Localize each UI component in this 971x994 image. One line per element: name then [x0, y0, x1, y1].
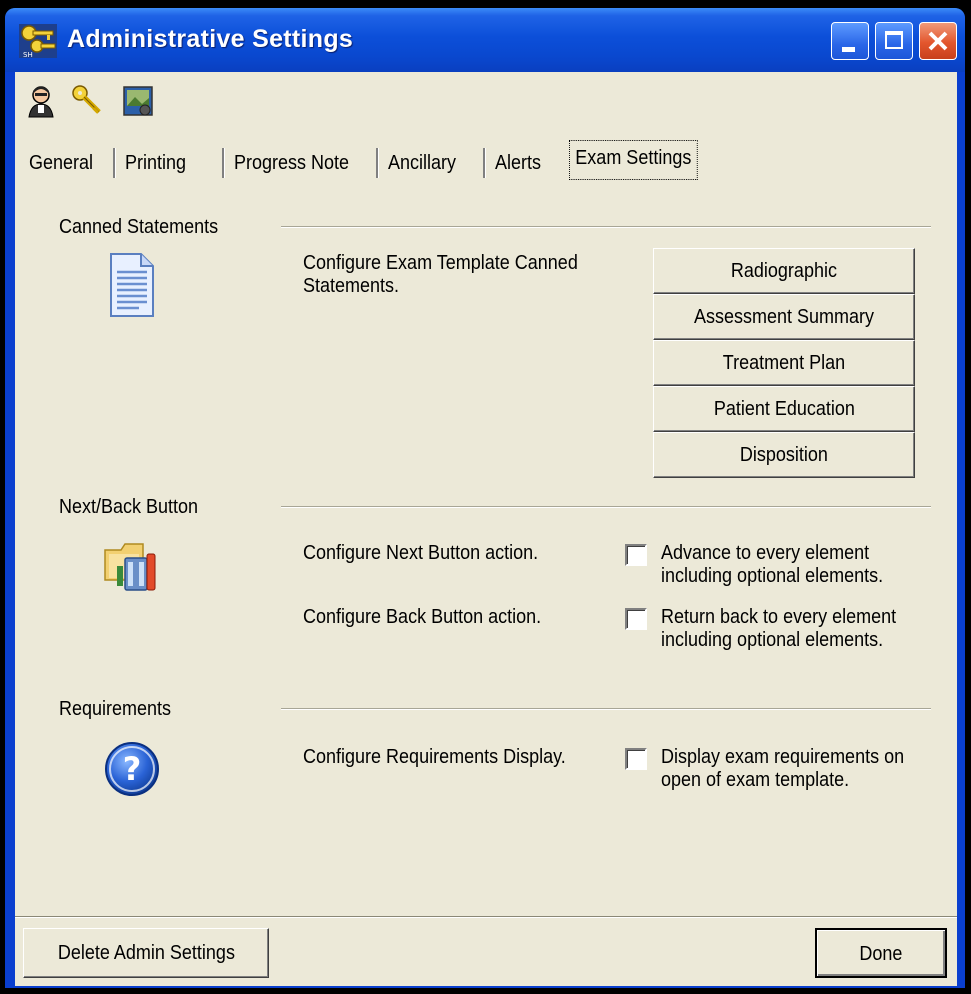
help-icon: ? — [105, 742, 159, 796]
svg-text:?: ? — [123, 750, 142, 788]
requirements-description: Configure Requirements Display. — [303, 746, 566, 768]
display-requirements-label: Display exam requirements on open of exa… — [661, 746, 905, 791]
dialog-window: SH Administrative Settings General Print… — [5, 8, 965, 988]
radiographic-button[interactable]: Radiographic — [653, 248, 915, 294]
maximize-button[interactable] — [875, 22, 913, 60]
back-button-description: Configure Back Button action. — [303, 606, 542, 628]
folder-tools-icon — [104, 543, 156, 591]
minimize-icon — [842, 47, 855, 52]
tab-exam-settings[interactable]: Exam Settings — [569, 140, 698, 180]
tab-progress-note[interactable]: Progress Note — [234, 146, 349, 180]
dialog-client: General Printing Progress Note Ancillary… — [15, 72, 957, 986]
treatment-plan-button[interactable]: Treatment Plan — [653, 340, 915, 386]
next-back-heading: Next/Back Button — [59, 496, 199, 518]
close-button[interactable] — [919, 22, 957, 60]
tab-general[interactable]: General — [29, 146, 93, 180]
document-icon — [110, 253, 154, 317]
canned-statements-heading: Canned Statements — [59, 216, 219, 238]
tab-alerts[interactable]: Alerts — [495, 146, 541, 180]
minimize-button[interactable] — [831, 22, 869, 60]
section-divider — [281, 708, 931, 710]
canned-statements-description: Configure Exam Template Canned Statement… — [303, 252, 578, 297]
assessment-summary-button[interactable]: Assessment Summary — [653, 294, 915, 340]
done-button[interactable]: Done — [815, 928, 947, 978]
tab-printing[interactable]: Printing — [125, 146, 186, 180]
return-every-element-label: Return back to every element including o… — [661, 606, 897, 651]
patient-education-button[interactable]: Patient Education — [653, 386, 915, 432]
key-icon[interactable] — [71, 84, 105, 118]
close-icon — [928, 31, 948, 51]
advance-every-element-label: Advance to every element including optio… — [661, 542, 884, 587]
footer-divider — [15, 916, 957, 918]
section-divider — [281, 226, 931, 228]
user-icon[interactable] — [25, 84, 59, 118]
return-every-element-checkbox[interactable] — [625, 608, 647, 630]
display-requirements-checkbox[interactable] — [625, 748, 647, 770]
title-bar[interactable]: SH Administrative Settings — [5, 8, 965, 72]
advance-every-element-checkbox[interactable] — [625, 544, 647, 566]
next-button-description: Configure Next Button action. — [303, 542, 539, 564]
delete-admin-settings-button[interactable]: Delete Admin Settings — [23, 928, 269, 978]
tab-ancillary[interactable]: Ancillary — [388, 146, 456, 180]
window-title: Administrative Settings — [67, 25, 354, 53]
svg-text:SH: SH — [23, 51, 33, 59]
keys-app-icon: SH — [19, 24, 57, 59]
section-divider — [281, 506, 931, 508]
settings-image-icon[interactable] — [121, 84, 155, 118]
disposition-button[interactable]: Disposition — [653, 432, 915, 478]
maximize-icon — [885, 31, 903, 49]
requirements-heading: Requirements — [59, 698, 172, 720]
